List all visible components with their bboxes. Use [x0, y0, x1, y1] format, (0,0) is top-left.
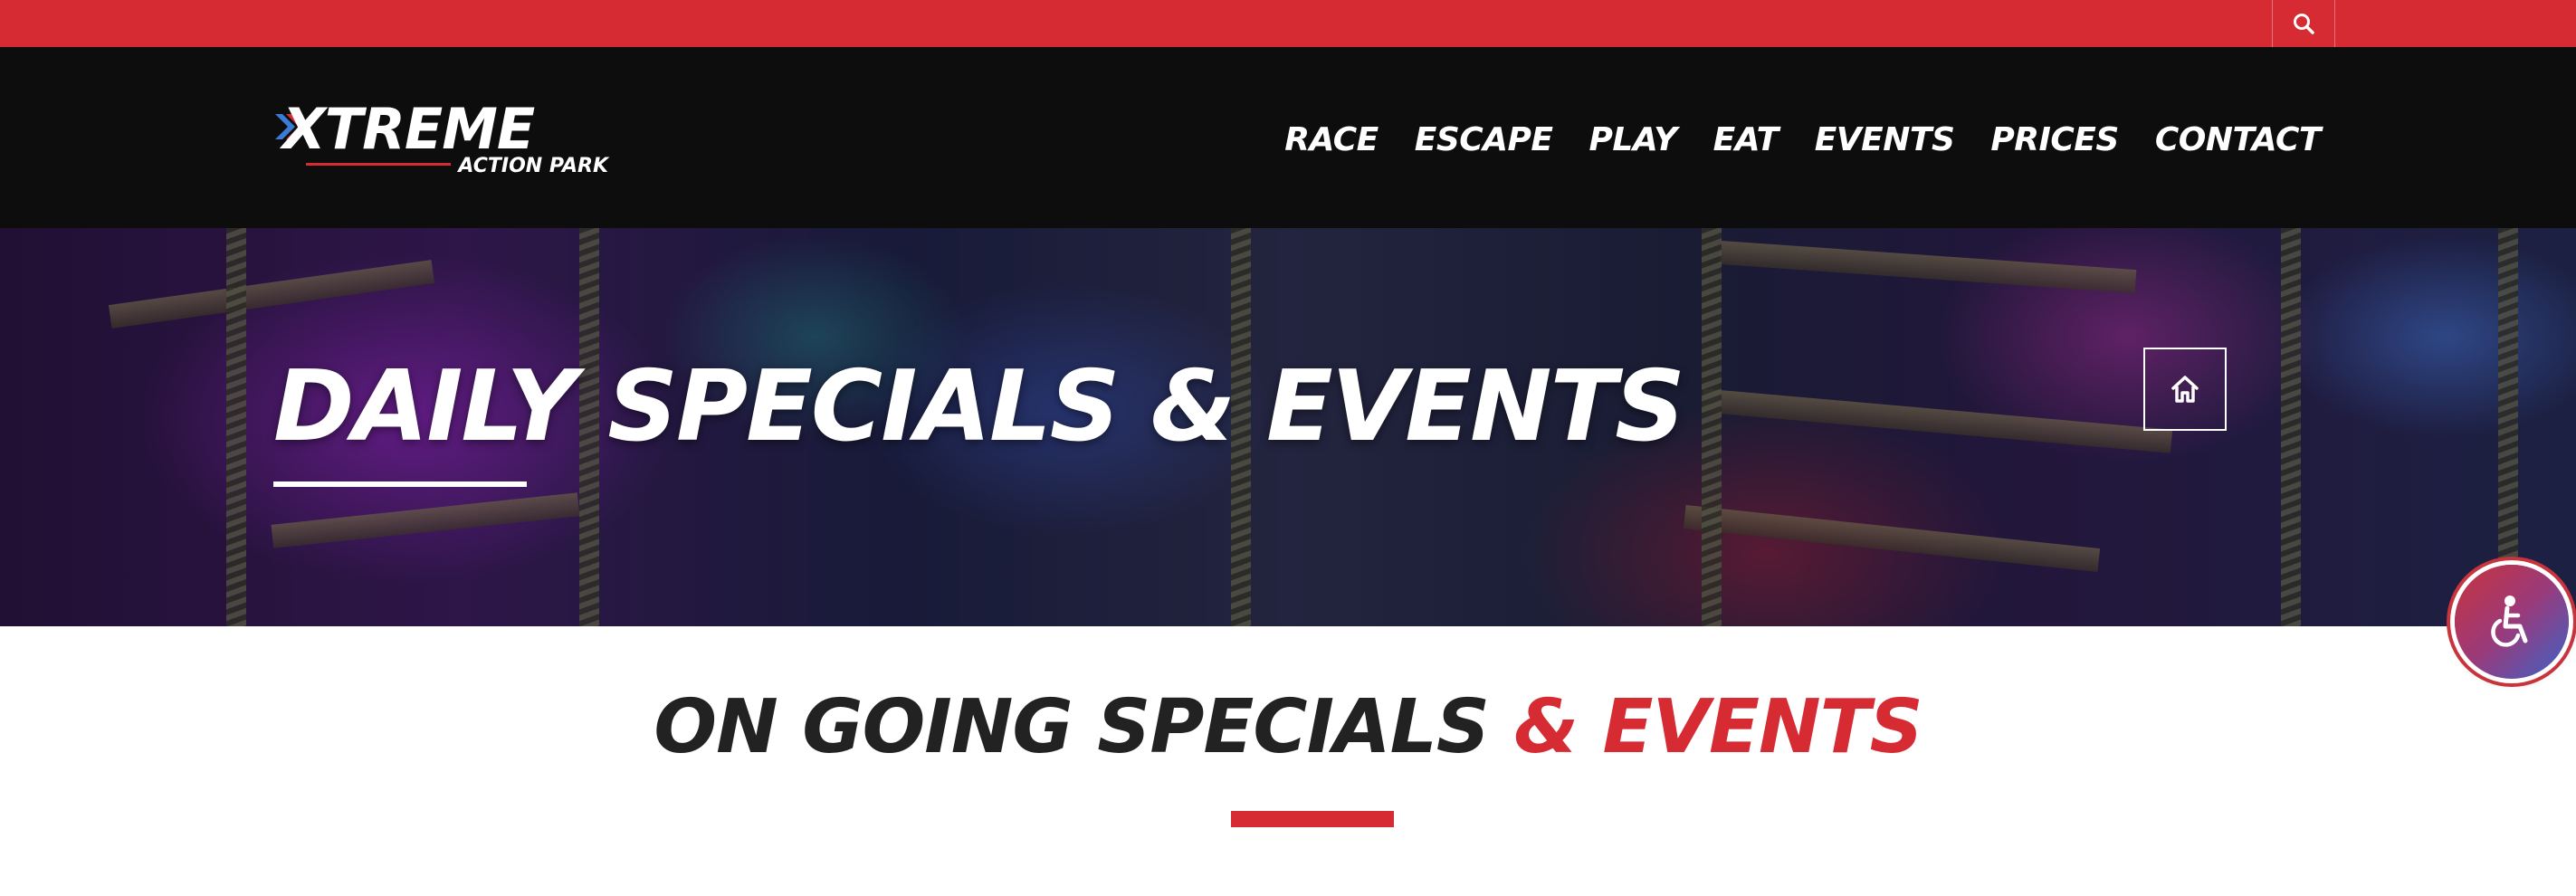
hero-title: DAILY SPECIALS & EVENTS: [273, 350, 1685, 463]
nav-item-race[interactable]: RACE: [1284, 121, 1379, 158]
nav-item-eat[interactable]: EAT: [1713, 121, 1779, 158]
site-header: XTREME ACTION PARK RACE ESCAPE PLAY EAT …: [0, 47, 2576, 228]
section-heading-bar: [1231, 811, 1394, 827]
wheelchair-icon: [2491, 596, 2528, 647]
section-heading: ON GOING SPECIALS & EVENTS: [0, 684, 2576, 771]
section-heading-main: ON GOING SPECIALS: [654, 684, 1514, 770]
logo-accent-line: [306, 163, 451, 166]
nav-item-contact[interactable]: CONTACT: [2155, 121, 2322, 158]
logo-wordmark: XTREME: [282, 96, 535, 162]
nav-item-escape[interactable]: ESCAPE: [1415, 121, 1553, 158]
accessibility-button[interactable]: [2455, 565, 2569, 679]
home-icon: [2171, 376, 2199, 403]
nav-item-events[interactable]: EVENTS: [1815, 121, 1955, 158]
section-heading-accent: & EVENTS: [1513, 684, 1922, 770]
hero-title-underline: [273, 481, 527, 487]
top-utility-bar: [0, 0, 2576, 47]
home-button[interactable]: [2143, 348, 2227, 431]
hero-banner: DAILY SPECIALS & EVENTS: [0, 228, 2576, 626]
logo-subtitle: ACTION PARK: [458, 155, 608, 177]
nav-item-play[interactable]: PLAY: [1589, 121, 1678, 158]
main-nav: RACE ESCAPE PLAY EAT EVENTS PRICES CONTA…: [1284, 118, 2321, 161]
nav-item-prices[interactable]: PRICES: [1990, 121, 2119, 158]
search-button[interactable]: [2272, 0, 2335, 47]
search-icon: [2294, 14, 2314, 34]
xtreme-logo[interactable]: XTREME ACTION PARK: [275, 96, 608, 179]
